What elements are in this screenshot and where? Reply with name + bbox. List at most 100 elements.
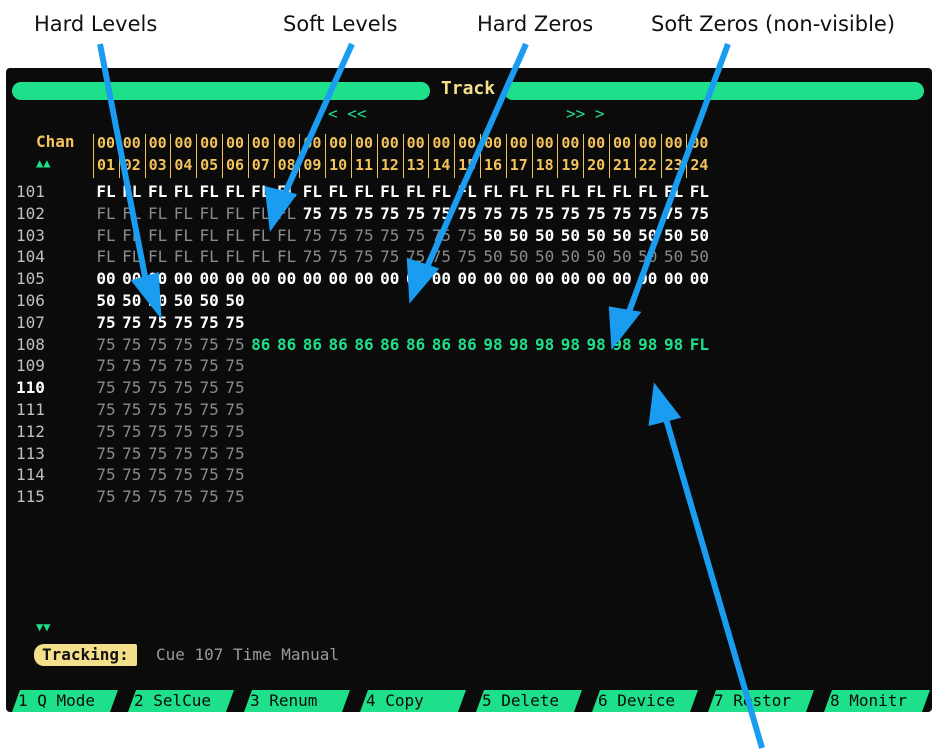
level-cell[interactable]: FL xyxy=(120,226,144,245)
level-cell[interactable]: 98 xyxy=(481,335,505,354)
level-cell[interactable]: 00 xyxy=(120,269,144,288)
level-cell[interactable]: 75 xyxy=(326,226,350,245)
level-cell[interactable]: 75 xyxy=(610,204,634,223)
channel-number[interactable]: 14 xyxy=(429,156,453,174)
level-cell[interactable]: 75 xyxy=(455,204,479,223)
level-cell[interactable]: 00 xyxy=(481,269,505,288)
level-cell[interactable]: 75 xyxy=(94,487,118,506)
cue-number[interactable]: 113 xyxy=(16,444,56,463)
channel-number[interactable]: 19 xyxy=(558,156,582,174)
cue-number[interactable]: 105 xyxy=(16,269,56,288)
channel-number[interactable]: 18 xyxy=(533,156,557,174)
level-cell[interactable]: 75 xyxy=(94,313,118,332)
level-cell[interactable]: 75 xyxy=(687,204,711,223)
level-cell[interactable]: FL xyxy=(507,182,531,201)
level-cell[interactable]: FL xyxy=(249,247,273,266)
cue-number[interactable]: 107 xyxy=(16,313,56,332)
level-cell[interactable]: 75 xyxy=(507,204,531,223)
level-cell[interactable]: 75 xyxy=(94,422,118,441)
level-cell[interactable]: 86 xyxy=(300,335,324,354)
level-cell[interactable]: 75 xyxy=(94,378,118,397)
level-cell[interactable]: 75 xyxy=(429,226,453,245)
level-cell[interactable]: 50 xyxy=(636,247,660,266)
level-cell[interactable]: FL xyxy=(533,182,557,201)
level-cell[interactable]: 75 xyxy=(455,247,479,266)
level-cell[interactable]: 75 xyxy=(533,204,557,223)
level-cell[interactable]: 75 xyxy=(120,444,144,463)
channel-number[interactable]: 21 xyxy=(610,156,634,174)
level-cell[interactable]: 00 xyxy=(197,269,221,288)
level-cell[interactable]: 75 xyxy=(94,400,118,419)
level-cell[interactable]: 75 xyxy=(171,422,195,441)
level-cell[interactable]: 75 xyxy=(352,226,376,245)
level-cell[interactable]: FL xyxy=(223,247,247,266)
level-cell[interactable]: 75 xyxy=(636,204,660,223)
level-cell[interactable]: 00 xyxy=(687,269,711,288)
level-cell[interactable]: 75 xyxy=(197,465,221,484)
level-cell[interactable]: FL xyxy=(378,182,402,201)
level-cell[interactable]: FL xyxy=(223,182,247,201)
level-cell[interactable]: 75 xyxy=(171,356,195,375)
channel-number[interactable]: 10 xyxy=(326,156,350,174)
level-cell[interactable]: 50 xyxy=(610,226,634,245)
level-cell[interactable]: FL xyxy=(249,182,273,201)
level-cell[interactable]: 50 xyxy=(507,247,531,266)
level-cell[interactable]: FL xyxy=(326,182,350,201)
level-cell[interactable]: 75 xyxy=(352,247,376,266)
level-cell[interactable]: FL xyxy=(275,182,299,201)
level-cell[interactable]: 75 xyxy=(146,378,170,397)
level-cell[interactable]: 75 xyxy=(146,356,170,375)
level-cell[interactable]: 86 xyxy=(455,335,479,354)
softkey-5[interactable]: 5 Delete xyxy=(476,690,582,712)
level-cell[interactable]: 50 xyxy=(687,247,711,266)
level-cell[interactable]: 75 xyxy=(171,487,195,506)
level-cell[interactable]: 75 xyxy=(326,204,350,223)
level-cell[interactable]: FL xyxy=(197,226,221,245)
level-cell[interactable]: 75 xyxy=(223,487,247,506)
level-cell[interactable]: FL xyxy=(249,204,273,223)
level-cell[interactable]: FL xyxy=(352,182,376,201)
level-cell[interactable]: FL xyxy=(171,247,195,266)
level-cell[interactable]: 98 xyxy=(584,335,608,354)
channel-number[interactable]: 01 xyxy=(94,156,118,174)
level-cell[interactable]: 00 xyxy=(610,269,634,288)
softkey-6[interactable]: 6 Device xyxy=(592,690,698,712)
level-cell[interactable]: 50 xyxy=(533,247,557,266)
level-cell[interactable]: 75 xyxy=(146,400,170,419)
softkey-2[interactable]: 2 SelCue xyxy=(128,690,234,712)
level-cell[interactable]: FL xyxy=(197,182,221,201)
level-cell[interactable]: FL xyxy=(146,204,170,223)
level-cell[interactable]: 50 xyxy=(558,226,582,245)
level-cell[interactable]: 75 xyxy=(223,422,247,441)
level-cell[interactable]: 75 xyxy=(120,356,144,375)
channel-number[interactable]: 12 xyxy=(378,156,402,174)
level-cell[interactable]: 75 xyxy=(94,465,118,484)
cue-number[interactable]: 115 xyxy=(16,487,56,506)
level-cell[interactable]: 00 xyxy=(94,269,118,288)
level-cell[interactable]: FL xyxy=(558,182,582,201)
level-cell[interactable]: 75 xyxy=(378,247,402,266)
level-cell[interactable]: 50 xyxy=(533,226,557,245)
cue-number[interactable]: 104 xyxy=(16,247,56,266)
softkey-8[interactable]: 8 Monitr xyxy=(824,690,930,712)
channel-number[interactable]: 06 xyxy=(223,156,247,174)
channel-number[interactable]: 17 xyxy=(507,156,531,174)
channel-number[interactable]: 09 xyxy=(300,156,324,174)
channel-number[interactable]: 16 xyxy=(481,156,505,174)
softkey-3[interactable]: 3 Renum xyxy=(244,690,350,712)
level-cell[interactable]: 75 xyxy=(223,378,247,397)
channel-number[interactable]: 13 xyxy=(404,156,428,174)
level-cell[interactable]: FL xyxy=(687,182,711,201)
level-cell[interactable]: 50 xyxy=(610,247,634,266)
level-cell[interactable]: 75 xyxy=(300,226,324,245)
page-left-nav[interactable]: < << xyxy=(328,104,367,123)
level-cell[interactable]: 75 xyxy=(120,400,144,419)
cue-number[interactable]: 101 xyxy=(16,182,56,201)
level-cell[interactable]: FL xyxy=(275,226,299,245)
channel-number[interactable]: 03 xyxy=(146,156,170,174)
level-cell[interactable]: 50 xyxy=(120,291,144,310)
level-cell[interactable]: FL xyxy=(610,182,634,201)
level-cell[interactable]: FL xyxy=(94,204,118,223)
level-cell[interactable]: 00 xyxy=(662,269,686,288)
channel-number[interactable]: 04 xyxy=(171,156,195,174)
